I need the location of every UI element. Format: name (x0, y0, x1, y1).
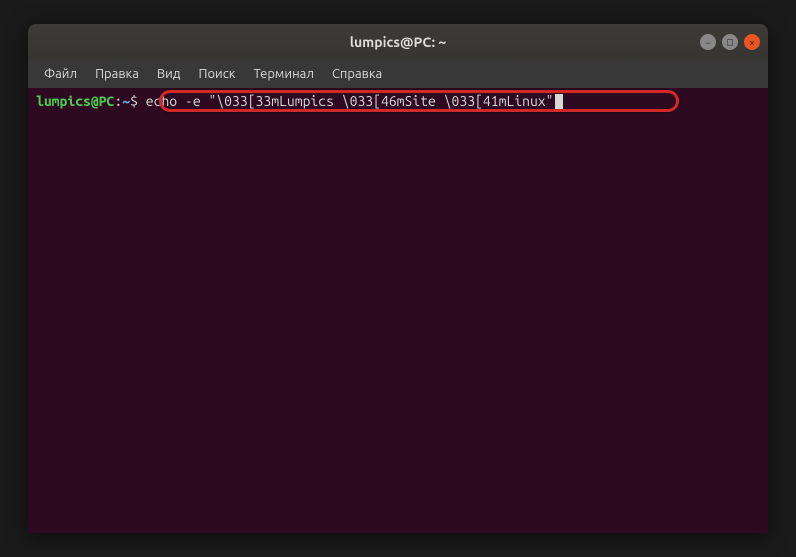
close-button[interactable]: × (744, 34, 760, 50)
command-text: echo -e "\033[33mLumpics \033[46mSite \0… (146, 93, 554, 109)
maximize-button[interactable]: □ (722, 34, 738, 50)
maximize-icon: □ (727, 36, 733, 48)
window-title: lumpics@PC: ~ (350, 34, 447, 50)
prompt-line: lumpics@PC:~$ echo -e "\033[33mLumpics \… (36, 92, 760, 112)
minimize-button[interactable]: − (700, 34, 716, 50)
prompt-user-host: lumpics@PC (36, 93, 114, 109)
terminal-body[interactable]: lumpics@PC:~$ echo -e "\033[33mLumpics \… (28, 88, 768, 533)
menu-terminal[interactable]: Терминал (245, 63, 321, 85)
window-controls: − □ × (700, 34, 760, 50)
menu-edit[interactable]: Правка (87, 63, 147, 85)
close-icon: × (749, 37, 755, 48)
menu-file[interactable]: Файл (36, 63, 85, 85)
terminal-window: lumpics@PC: ~ − □ × Файл Правка Вид Поис… (28, 24, 768, 533)
titlebar: lumpics@PC: ~ − □ × (28, 24, 768, 60)
prompt-path: ~ (122, 93, 130, 109)
prompt-dollar: $ (130, 93, 138, 109)
menu-view[interactable]: Вид (149, 63, 189, 85)
terminal-cursor (555, 94, 563, 109)
menubar: Файл Правка Вид Поиск Терминал Справка (28, 60, 768, 88)
minimize-icon: − (705, 37, 711, 48)
menu-help[interactable]: Справка (324, 63, 390, 85)
menu-search[interactable]: Поиск (190, 63, 243, 85)
